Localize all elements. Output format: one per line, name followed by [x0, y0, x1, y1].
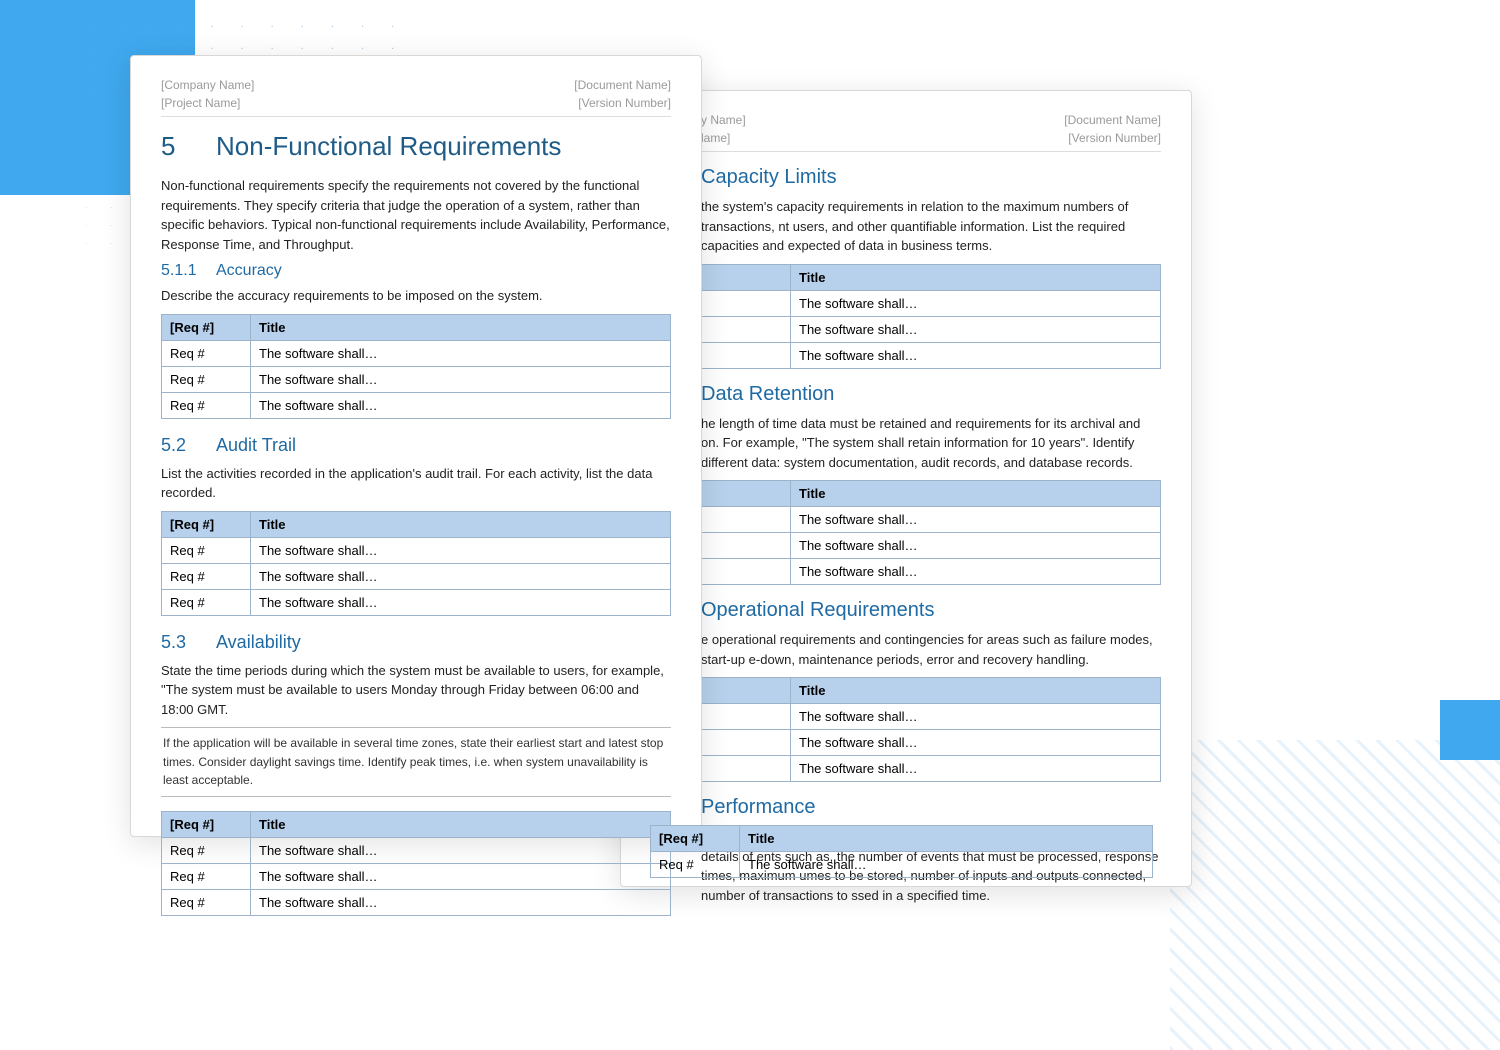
- decorative-hatch: [1170, 740, 1500, 1050]
- td-title: The software shall…: [251, 366, 671, 392]
- body-retention: he length of time data must be retained …: [701, 414, 1161, 473]
- td-title: The software shall…: [251, 889, 671, 915]
- td-req: Req #: [162, 340, 251, 366]
- td-title: The software shall…: [791, 533, 1161, 559]
- header-document: [Document Name]: [1064, 113, 1161, 127]
- body-availability: State the time periods during which the …: [161, 661, 671, 720]
- td-title: The software shall…: [791, 507, 1161, 533]
- th-title: Title: [791, 678, 1161, 704]
- req-table-audit: [Req #]Title Req #The software shall… Re…: [161, 511, 671, 616]
- section-number: 5: [161, 131, 216, 162]
- intro-paragraph: Non-functional requirements specify the …: [161, 176, 671, 254]
- td-title: The software shall…: [791, 342, 1161, 368]
- th-req: [702, 481, 791, 507]
- td-title: The software shall…: [251, 537, 671, 563]
- section-title: Audit Trail: [216, 435, 296, 455]
- page1-header: [Company Name] [Project Name] [Document …: [161, 78, 671, 117]
- th-title: Title: [251, 314, 671, 340]
- td-title: The software shall…: [251, 837, 671, 863]
- th-req: [Req #]: [651, 826, 740, 852]
- td-title: The software shall…: [791, 290, 1161, 316]
- td-title: The software shall…: [251, 589, 671, 615]
- td-req: Req #: [162, 837, 251, 863]
- header-company: [Company Name]: [161, 78, 254, 92]
- req-table-retention: Title The software shall… The software s…: [701, 480, 1161, 585]
- body-operational: e operational requirements and contingen…: [701, 630, 1161, 669]
- stage: . . . . . . . . . . . . . . . . . . . . …: [0, 0, 1500, 1050]
- td-req: [702, 507, 791, 533]
- td-title: The software shall…: [791, 316, 1161, 342]
- document-page-1: [Company Name] [Project Name] [Document …: [130, 55, 702, 837]
- th-req: [702, 264, 791, 290]
- heading-performance: Performance: [701, 796, 1161, 819]
- th-req: [Req #]: [162, 314, 251, 340]
- heading-data-retention: Data Retention: [701, 383, 1161, 406]
- td-title: The software shall…: [791, 559, 1161, 585]
- td-req: Req #: [162, 392, 251, 418]
- th-req: [Req #]: [162, 511, 251, 537]
- header-project: [Project Name]: [161, 96, 254, 110]
- heading-accuracy: 5.1.1Accuracy: [161, 262, 671, 280]
- page2-header: y Name] lame] [Document Name] [Version N…: [701, 113, 1161, 152]
- th-title: Title: [740, 826, 1153, 852]
- section-title: Non-Functional Requirements: [216, 131, 561, 161]
- td-title: The software shall…: [791, 756, 1161, 782]
- heading-availability: 5.3Availability: [161, 632, 671, 653]
- td-req: Req #: [162, 563, 251, 589]
- th-title: Title: [791, 264, 1161, 290]
- td-req: Req #: [162, 863, 251, 889]
- td-req: [702, 342, 791, 368]
- td-req: Req #: [162, 589, 251, 615]
- decorative-square-right: [1440, 700, 1500, 760]
- td-title: The software shall…: [251, 863, 671, 889]
- td-req: Req #: [651, 852, 740, 878]
- td-req: [702, 290, 791, 316]
- heading-section-5: 5Non-Functional Requirements: [161, 131, 671, 162]
- th-title: Title: [251, 811, 671, 837]
- heading-audit-trail: 5.2Audit Trail: [161, 435, 671, 456]
- note-availability: If the application will be available in …: [161, 727, 671, 797]
- body-capacity: the system's capacity requirements in re…: [701, 197, 1161, 256]
- section-title: Availability: [216, 632, 301, 652]
- section-number: 5.3: [161, 632, 216, 653]
- req-table-performance-fragment: [Req #]Title Req #The software shall…: [650, 823, 1153, 884]
- td-req: [702, 756, 791, 782]
- req-table-availability: [Req #]Title Req #The software shall… Re…: [161, 811, 671, 916]
- req-table-accuracy: [Req #]Title Req #The software shall… Re…: [161, 314, 671, 419]
- td-req: Req #: [162, 366, 251, 392]
- header-company-partial: y Name]: [701, 113, 746, 127]
- body-audit: List the activities recorded in the appl…: [161, 464, 671, 503]
- td-title: The software shall…: [251, 340, 671, 366]
- heading-operational: Operational Requirements: [701, 599, 1161, 622]
- td-req: [702, 559, 791, 585]
- td-req: [702, 730, 791, 756]
- th-req: [Req #]: [162, 811, 251, 837]
- req-table-operational: Title The software shall… The software s…: [701, 677, 1161, 782]
- req-table-capacity: Title The software shall… The software s…: [701, 264, 1161, 369]
- section-title: Accuracy: [216, 262, 282, 279]
- th-title: Title: [251, 511, 671, 537]
- th-title: Title: [791, 481, 1161, 507]
- section-number: 5.1.1: [161, 262, 216, 280]
- header-version: [Version Number]: [574, 96, 671, 110]
- body-accuracy: Describe the accuracy requirements to be…: [161, 286, 671, 306]
- td-title: The software shall…: [791, 730, 1161, 756]
- document-page-2: y Name] lame] [Document Name] [Version N…: [620, 90, 1192, 887]
- section-number: 5.2: [161, 435, 216, 456]
- td-req: [702, 316, 791, 342]
- heading-capacity-limits: Capacity Limits: [701, 166, 1161, 189]
- td-title: The software shall…: [251, 563, 671, 589]
- header-version: [Version Number]: [1064, 131, 1161, 145]
- td-title: The software shall…: [740, 852, 1153, 878]
- header-document: [Document Name]: [574, 78, 671, 92]
- td-req: [702, 533, 791, 559]
- th-req: [702, 678, 791, 704]
- td-title: The software shall…: [251, 392, 671, 418]
- td-req: Req #: [162, 537, 251, 563]
- td-req: [702, 704, 791, 730]
- td-req: Req #: [162, 889, 251, 915]
- header-project-partial: lame]: [701, 131, 746, 145]
- td-title: The software shall…: [791, 704, 1161, 730]
- req-table-performance: [Req #]Title Req #The software shall…: [650, 825, 1153, 878]
